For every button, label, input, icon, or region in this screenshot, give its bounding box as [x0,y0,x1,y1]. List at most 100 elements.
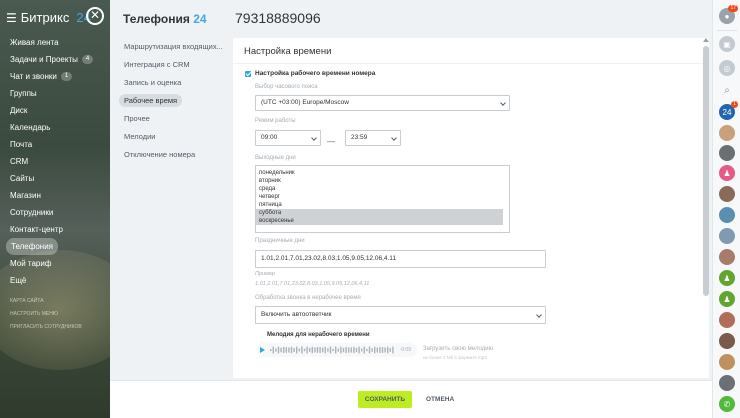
example-label: Пример [255,271,275,277]
sidebar-item-label: Задачи и Проекты [10,55,78,64]
phone-call-icon[interactable]: ✆ [719,396,735,412]
settings-nav-item[interactable]: Интеграция с CRM [110,56,230,74]
sidebar-item-label: Чат и звонки [10,72,57,81]
sidebar-item[interactable]: Чат и звонки 1 [0,68,110,85]
time-from-select[interactable]: 09:00 [255,130,321,146]
close-slider-button[interactable]: ✕ [86,7,104,25]
work-time-label: Настройка рабочего времени номера [255,70,376,77]
settings-nav-item[interactable]: Мелодии [110,128,230,146]
scrollbar[interactable] [702,38,710,378]
avatar[interactable] [719,354,735,370]
settings-nav-item[interactable]: Рабочее время [110,92,230,110]
notifications-icon[interactable]: ● 17 [719,5,738,24]
settings-nav-item[interactable]: Отключение номера [110,146,230,164]
melody-title: Мелодия для нерабочего времени [267,332,370,338]
footer-bar: СОХРАНИТЬ ОТМЕНА [110,380,712,418]
sidebar-item[interactable]: Мой тариф [0,255,110,272]
sidebar-item[interactable]: Группы [0,85,110,102]
sidebar-item-label: Диск [10,106,28,115]
sidebar-item[interactable]: Телефония [0,238,110,255]
settings-nav: Маршрутизация входящих... Интеграция с CR… [110,38,230,164]
sidebar-item[interactable]: Контакт-центр [0,221,110,238]
search-icon[interactable]: ⌕ [719,82,735,98]
open-channels-icon[interactable]: ◎ [719,60,735,76]
avatar[interactable] [719,249,735,265]
weekend-day-option[interactable]: суббота [256,209,503,217]
avatar[interactable] [719,228,735,244]
chevron-down-icon [536,312,542,318]
settings-nav-item[interactable]: Запись и оценка [110,74,230,92]
holidays-label: Праздничные дни [255,238,305,244]
sidebar-item[interactable]: Магазин [0,187,110,204]
logo-text: Битрикс [20,10,70,25]
weekend-day-option[interactable]: пятница [256,201,509,209]
sidebar-item-label: Сайты [10,174,35,183]
weekend-day-option[interactable]: воскресенье [256,217,503,225]
sidebar-item[interactable]: Диск [0,102,110,119]
divider [717,30,737,31]
settings-nav-label: Отключение номера [124,150,196,159]
settings-nav-label: Запись и оценка [124,78,182,87]
weekend-day-option[interactable]: вторник [256,177,509,185]
avatar[interactable]: ♟ [719,270,735,286]
scroll-thumb[interactable] [703,46,709,296]
avatar[interactable] [719,125,735,141]
sidebar-item[interactable]: Сотрудники [0,204,110,221]
weekend-day-option[interactable]: среда [256,185,509,193]
avatar[interactable] [719,186,735,202]
chat-counter-icon[interactable]: 24 1 [719,101,738,120]
avatar[interactable] [719,207,735,223]
logo[interactable]: ☰ Битрикс 24 [6,10,91,25]
sidebar-item-label: Телефония [6,238,58,255]
sidebar-item-label: Почта [10,140,33,149]
settings-nav-label: Мелодии [124,132,156,141]
time-separator: — [327,137,335,146]
waveform-icon [270,346,394,354]
main-sidebar: ☰ Битрикс 24 ✕ Живая лента Задачи и Проек… [0,0,110,418]
divider [233,63,709,64]
upload-melody-link[interactable]: Загрузить свою мелодию [423,346,493,352]
sidebar-item[interactable]: Сайты [0,170,110,187]
work-time-toggle[interactable]: Настройка рабочего времени номера [245,70,375,77]
avatar[interactable] [719,145,735,161]
phone-number: 79318889096 [235,10,321,26]
sidebar-item[interactable]: CRM [0,153,110,170]
holidays-input[interactable]: 1.01,2.01,7.01,23.02,8.03,1.05,9.05,12.0… [255,250,546,268]
menu-icon[interactable]: ☰ [6,11,17,25]
contacts-icon[interactable]: ▣ [719,36,735,52]
sidebar-item[interactable]: Почта [0,136,110,153]
offhours-select[interactable]: Включить автоответчик [255,306,546,324]
weekend-days-listbox[interactable]: понедельник вторник среда четверг пятница суб… [255,165,510,233]
cancel-button[interactable]: ОТМЕНА [426,391,454,408]
sidebar-item-label: Ещё [10,276,27,285]
save-button[interactable]: СОХРАНИТЬ [358,391,412,408]
avatar[interactable]: ♟ [719,291,735,307]
weekend-label: Выходные дни [255,155,296,161]
sidebar-link[interactable]: НАСТРОИТЬ МЕНЮ [0,308,110,321]
audio-player[interactable]: -0:09 [257,343,417,357]
time-to-select[interactable]: 23:59 [345,130,401,146]
weekend-day-option[interactable]: четверг [256,193,509,201]
avatar[interactable] [719,375,735,391]
play-icon[interactable] [260,347,265,353]
checkbox-checked-icon[interactable] [245,70,251,77]
sidebar-item[interactable]: Календарь [0,119,110,136]
sidebar-item-label: Магазин [10,191,41,200]
offhours-label: Обработка звонка в нерабочее время [255,295,361,301]
sidebar-item[interactable]: Ещё [0,272,110,289]
settings-nav-item[interactable]: Прочее [110,110,230,128]
sidebar-item[interactable]: Живая лента [0,34,110,51]
avatar[interactable] [719,333,735,349]
sidebar-link[interactable]: КАРТА САЙТА [0,295,110,308]
settings-nav-item[interactable]: Маршрутизация входящих... [110,38,230,56]
sidebar-item-label: Контакт-центр [10,225,63,234]
timezone-select[interactable]: (UTC +03:00) Europe/Moscow [255,95,510,111]
sidebar-link[interactable]: ПРИГЛАСИТЬ СОТРУДНИКОВ [0,321,110,334]
avatar[interactable] [719,312,735,328]
weekend-day-option[interactable]: понедельник [256,169,509,177]
scroll-up-icon[interactable] [703,38,709,42]
avatar[interactable]: ♟ [719,165,735,181]
sidebar-item[interactable]: Задачи и Проекты 4 [0,51,110,68]
sidebar-item-label: Группы [10,89,37,98]
settings-nav-label: Интеграция с CRM [124,60,190,69]
